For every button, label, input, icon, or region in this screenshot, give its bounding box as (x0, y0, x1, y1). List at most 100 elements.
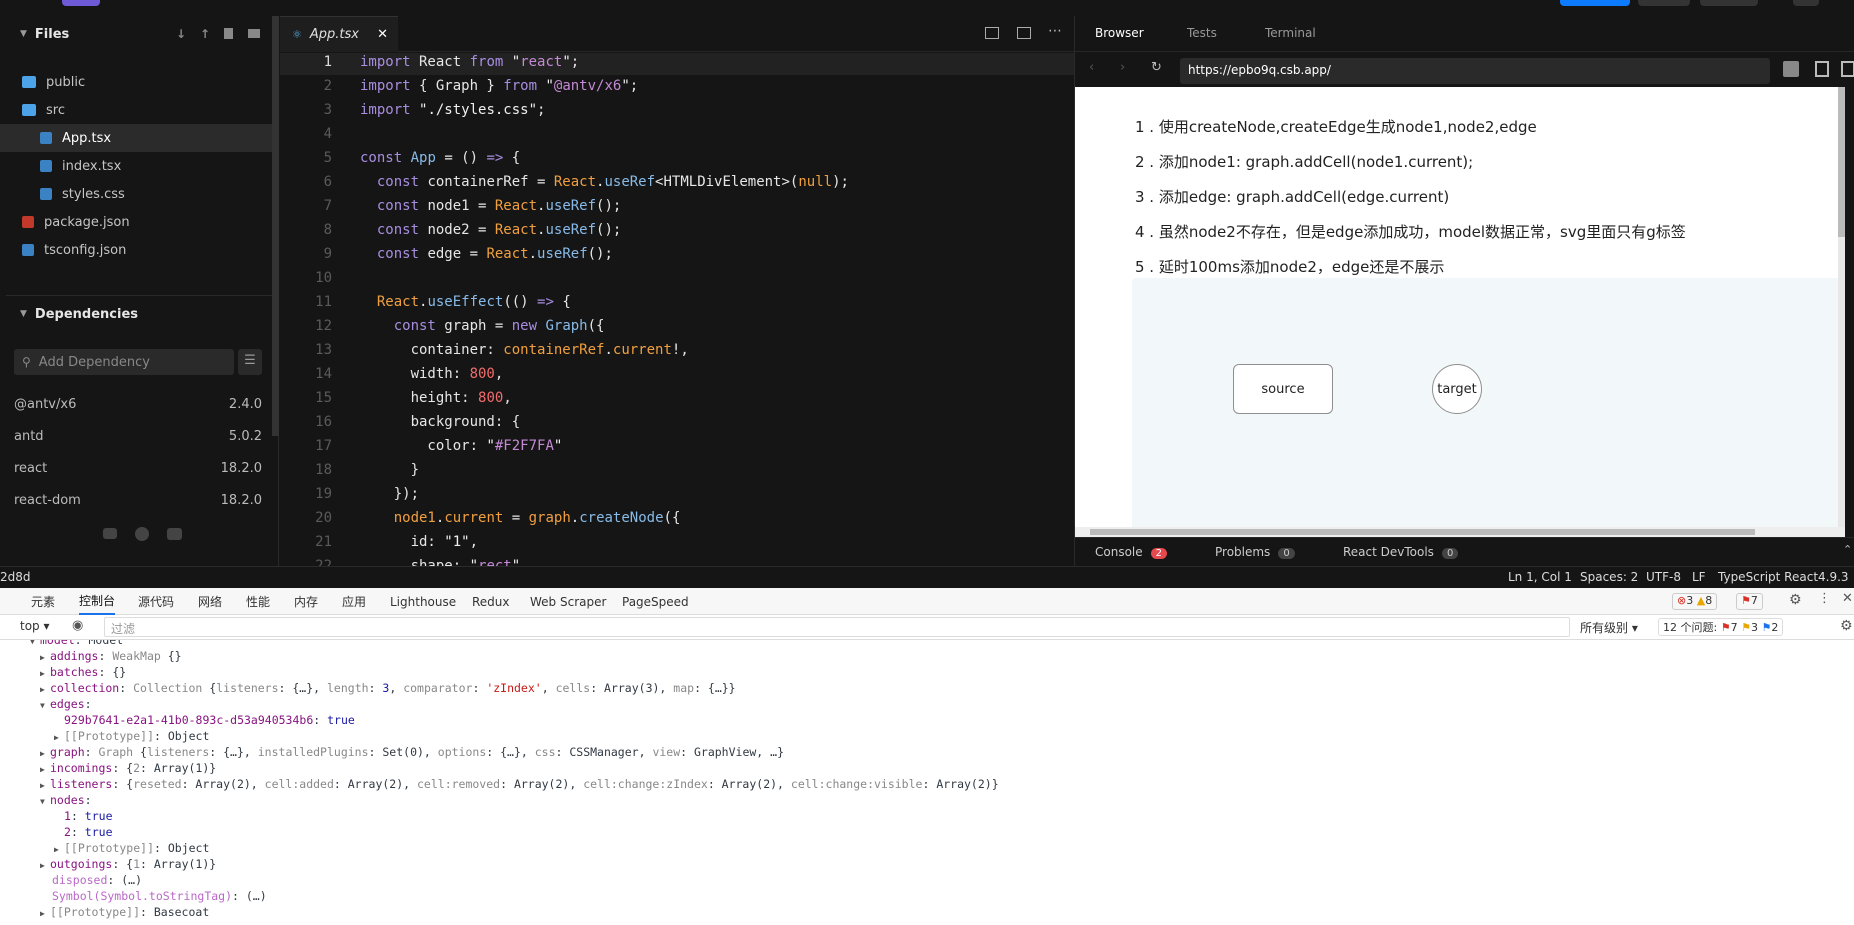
back-icon[interactable]: ‹ (1089, 60, 1094, 75)
split-editor-icon[interactable] (985, 27, 999, 39)
tab-performance[interactable]: 性能 (246, 588, 270, 615)
add-dependency-input[interactable]: ⚲ Add Dependency (14, 349, 234, 375)
preview-hscrollbar[interactable] (1075, 527, 1845, 537)
error-warning-counter[interactable]: ⊗3 ▲8 (1672, 593, 1718, 610)
tab-web-scraper[interactable]: Web Scraper (530, 588, 606, 615)
tab-console-active[interactable]: 控制台 (79, 588, 116, 615)
dep-name: react (14, 460, 48, 476)
file-item-public[interactable]: public (0, 68, 272, 96)
tab-app-tsx[interactable]: ⚛ App.tsx ✕ (280, 16, 398, 52)
preview-vscrollbar[interactable] (1838, 87, 1845, 527)
new-file-icon[interactable] (224, 28, 233, 39)
tree-row[interactable]: Symbol(Symbol.toStringTag): (…) (52, 888, 267, 904)
collapse-icon[interactable]: ▼ (20, 309, 27, 319)
file-item-index-tsx[interactable]: index.tsx (0, 152, 272, 180)
tsx-file-icon (40, 132, 52, 144)
issues-summary[interactable]: 12 个问题: ⚑7 ⚑3 ⚑2 (1658, 618, 1784, 636)
tab-browser[interactable]: Browser (1095, 26, 1144, 40)
file-item-src[interactable]: src (0, 96, 272, 124)
github-icon[interactable] (135, 527, 149, 541)
collapse-icon[interactable]: ▼ (20, 29, 27, 39)
line-number: 1 (323, 54, 332, 70)
settings-gear-icon[interactable]: ⚙ (1789, 592, 1802, 608)
status-eol[interactable]: LF (1692, 570, 1706, 584)
tab-network[interactable]: 网络 (198, 588, 222, 615)
sort-down-icon[interactable]: ↓ (176, 27, 186, 41)
dependencies-header[interactable]: ▼ Dependencies (0, 296, 272, 332)
dependency-item[interactable]: react-dom 18.2.0 (14, 484, 262, 516)
graph-node-target[interactable]: target (1432, 364, 1482, 414)
line-number: 10 (315, 270, 332, 286)
console-output[interactable]: ▼ model: Model ▶ addings: WeakMap {} ▶ batc… (0, 640, 1854, 925)
open-preview-icon[interactable] (1017, 27, 1031, 39)
new-folder-icon[interactable] (248, 29, 260, 38)
reload-icon[interactable]: ↻ (1151, 60, 1162, 75)
open-new-window-icon[interactable] (1815, 61, 1829, 77)
chevron-up-icon[interactable]: ⌃ (1843, 543, 1852, 556)
tab-application[interactable]: 应用 (342, 588, 366, 615)
file-item-package-json[interactable]: package.json (0, 208, 272, 236)
context-select[interactable]: top ▾ (20, 619, 50, 633)
line-number: 13 (315, 342, 332, 358)
dependency-menu-button[interactable]: ☰ (238, 349, 262, 375)
console-filter-input[interactable]: 过滤 (104, 617, 1570, 637)
issues-counter[interactable]: ⚑7 (1736, 593, 1763, 610)
sort-up-icon[interactable]: ↑ (200, 27, 210, 41)
twitter-icon[interactable] (103, 528, 117, 539)
files-header[interactable]: ▼ Files ↓ ↑ (0, 16, 272, 52)
tab-memory[interactable]: 内存 (294, 588, 318, 615)
more-icon[interactable]: ⋯ (1048, 23, 1062, 39)
context-value: top (20, 619, 40, 633)
code-editor[interactable]: ⚛ App.tsx ✕ ⋯ 1 2 3 4 5 6 7 8 9 10 11 12 13 14 15 16 17 1… (280, 16, 1074, 566)
status-language[interactable]: TypeScript React (1718, 570, 1818, 584)
dependency-item[interactable]: antd 5.0.2 (14, 420, 262, 452)
tree-row[interactable]: ▶ [[Prototype]]: Basecoat (40, 904, 209, 922)
status-version[interactable]: 4.9.3 (1818, 570, 1849, 584)
status-cursor[interactable]: Ln 1, Col 1 (1508, 570, 1572, 584)
close-devtools-icon[interactable]: ✕ (1842, 591, 1853, 606)
layout-icon[interactable] (1841, 61, 1854, 77)
tree-row[interactable]: ▶ listeners: {reseted: Array(2), cell:add… (40, 776, 999, 794)
tab-console[interactable]: Console 2 (1095, 545, 1168, 559)
status-indent[interactable]: Spaces: 2 (1580, 570, 1638, 584)
devtools-icon[interactable] (1783, 61, 1799, 77)
code-line: color: "#F2F7FA" (360, 438, 563, 454)
graph-canvas[interactable]: source target (1132, 278, 1845, 537)
log-level-select[interactable]: 所有级别 ▾ (1580, 619, 1638, 636)
console-settings-icon[interactable]: ⚙ (1840, 618, 1853, 634)
graph-node-source[interactable]: source (1233, 364, 1333, 414)
top-button-3[interactable] (1700, 0, 1758, 6)
dependency-item[interactable]: react 18.2.0 (14, 452, 262, 484)
share-button[interactable] (1560, 0, 1630, 6)
file-item-tsconfig-json[interactable]: tsconfig.json (0, 236, 272, 264)
status-encoding[interactable]: UTF-8 (1646, 570, 1681, 584)
file-item-styles-css[interactable]: styles.css (0, 180, 272, 208)
browser-bottom-tabs: Console 2 Problems 0 React DevTools 0 ⌃ (1075, 537, 1854, 566)
tab-redux[interactable]: Redux (472, 588, 510, 615)
top-button-2[interactable] (1638, 0, 1690, 6)
tab-pagespeed[interactable]: PageSpeed (622, 588, 689, 615)
tab-lighthouse[interactable]: Lighthouse (390, 588, 456, 615)
dependency-item[interactable]: @antv/x6 2.4.0 (14, 388, 262, 420)
close-icon[interactable]: ✕ (377, 27, 388, 42)
top-button-4[interactable] (1793, 0, 1819, 6)
file-item-app-tsx[interactable]: App.tsx (0, 124, 272, 152)
tab-elements[interactable]: 元素 (31, 588, 55, 615)
tab-terminal[interactable]: Terminal (1265, 26, 1316, 40)
tree-row[interactable]: ▶ collection: Collection {listeners: {…},… (40, 680, 736, 698)
tab-problems[interactable]: Problems 0 (1215, 545, 1295, 559)
react-icon: ⚛ (292, 28, 302, 41)
url-input[interactable]: https://epbo9q.csb.app/ (1180, 58, 1770, 84)
tab-react-devtools[interactable]: React DevTools 0 (1343, 545, 1459, 559)
preview-page[interactable]: 1 . 使用createNode,createEdge生成node1,node2… (1075, 87, 1845, 537)
discord-icon[interactable] (167, 528, 182, 540)
forward-icon[interactable]: › (1120, 60, 1125, 75)
issue-info-count: 2 (1771, 621, 1779, 634)
npm-file-icon (22, 216, 34, 228)
tab-sources[interactable]: 源代码 (138, 588, 174, 615)
sidebar-scrollbar[interactable] (272, 16, 279, 436)
tab-tests[interactable]: Tests (1187, 26, 1217, 40)
eye-icon[interactable]: ◉ (72, 618, 83, 633)
more-vert-icon[interactable]: ⋮ (1818, 591, 1831, 606)
tree-row[interactable]: disposed: (…) (52, 872, 142, 888)
